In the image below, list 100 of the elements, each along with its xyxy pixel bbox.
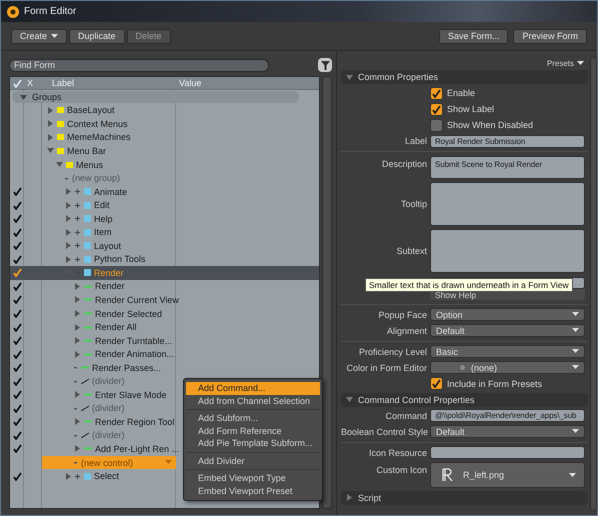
tree-item[interactable]: Menus	[42, 158, 176, 172]
text-area[interactable]	[430, 228, 585, 272]
section-header[interactable]: Script	[341, 490, 588, 504]
presets-button[interactable]: Presets	[542, 57, 588, 69]
text-field[interactable]: @\\poldi\RoyalRender\render_apps\_sub	[430, 409, 585, 422]
menu-item[interactable]: Add Command...	[186, 382, 320, 394]
menu-item[interactable]: Add Divider	[186, 454, 320, 467]
expand-arrow-icon[interactable]	[65, 472, 72, 480]
filter-button[interactable]	[318, 58, 332, 72]
tree-item[interactable]: Render All	[42, 320, 176, 334]
tree-item[interactable]: Edit	[42, 198, 176, 212]
scrollbar[interactable]	[590, 57, 597, 511]
field-label: Subtext	[395, 246, 427, 256]
expand-arrow-icon[interactable]	[65, 256, 72, 263]
tree-item[interactable]: Render Region Tool	[42, 415, 176, 429]
toolbar-button[interactable]: Duplicate	[69, 28, 125, 44]
tree-item[interactable]: (new control)	[42, 456, 176, 470]
tree-item[interactable]: Menu Bar	[42, 144, 176, 158]
expand-arrow-icon[interactable]	[74, 445, 81, 452]
caret-icon	[569, 472, 576, 478]
text-area[interactable]	[430, 182, 585, 226]
tree-item[interactable]: Render	[42, 266, 176, 280]
tree-item[interactable]: Python Tools	[42, 252, 176, 266]
tree-item[interactable]: Render Selected	[42, 306, 176, 320]
field-label: Icon Resource	[368, 448, 427, 458]
text-field[interactable]	[430, 446, 585, 459]
section-header[interactable]: Command Control Properties	[341, 392, 588, 406]
dropdown[interactable]: Default	[430, 425, 585, 438]
group-header[interactable]: Groups	[12, 91, 299, 104]
tree-item[interactable]: Render Passes...	[42, 360, 176, 374]
expand-arrow-icon[interactable]	[65, 242, 72, 250]
dropdown[interactable]: (none)	[430, 361, 585, 374]
checkbox[interactable]	[430, 118, 443, 132]
dropdown[interactable]: Basic	[430, 345, 585, 358]
dash-icon	[84, 298, 92, 302]
tree-item[interactable]: Render Turntable...	[42, 334, 176, 348]
scrollbar[interactable]	[322, 76, 332, 509]
expand-arrow-icon[interactable]	[47, 120, 54, 128]
expand-arrow-icon[interactable]	[74, 324, 81, 331]
tree-item[interactable]: Add Per-Light Ren ...	[42, 442, 176, 456]
menu-item[interactable]: Embed Viewport Type	[186, 472, 320, 484]
tooltip: Smaller text that is drawn underneath in a Form View	[365, 278, 573, 292]
tree-item[interactable]: Render	[42, 280, 176, 294]
app-logo-icon	[7, 6, 19, 18]
tree-item[interactable]: Help	[42, 212, 176, 226]
folder-icon	[66, 162, 73, 168]
menu-item[interactable]: Add from Channel Selection	[186, 394, 320, 407]
text-area[interactable]: Submit Scene to Royal Render	[430, 156, 585, 178]
expand-arrow-icon[interactable]	[47, 106, 54, 114]
menu-item[interactable]: Embed Viewport Preset	[186, 484, 320, 497]
caret-icon	[577, 60, 584, 66]
expand-arrow-icon[interactable]	[74, 418, 81, 426]
checkbox[interactable]	[430, 377, 443, 390]
tree-item[interactable]: BaseLayout	[42, 104, 176, 118]
toolbar-button[interactable]: Preview Form	[513, 28, 587, 44]
expand-arrow-icon[interactable]	[56, 161, 63, 168]
menu-list-icon	[75, 472, 91, 480]
tree-item[interactable]: Context Menus	[42, 117, 176, 131]
tree-item[interactable]: Item	[42, 225, 176, 240]
menu-item[interactable]: Add Form Reference	[186, 424, 320, 437]
expand-arrow-icon[interactable]	[47, 147, 54, 154]
tree-item[interactable]: Enter Slave Mode	[42, 388, 176, 402]
caret-icon	[572, 365, 579, 370]
tree-item[interactable]: Layout	[42, 239, 176, 253]
checkbox[interactable]	[430, 102, 443, 116]
checkbox[interactable]	[430, 86, 443, 100]
expand-arrow-icon[interactable]	[65, 202, 72, 209]
expand-arrow-icon[interactable]	[346, 494, 353, 501]
tree-item[interactable]: Animate	[42, 184, 176, 198]
expand-arrow-icon[interactable]	[74, 337, 81, 344]
expand-arrow-icon[interactable]	[346, 74, 353, 80]
tree-item[interactable]: Select	[42, 469, 176, 483]
expand-arrow-icon[interactable]	[47, 134, 54, 141]
text-field[interactable]: Royal Render Submission	[430, 134, 585, 148]
expand-arrow-icon[interactable]	[74, 350, 81, 358]
tree-item[interactable]: Render Animation...	[42, 347, 176, 361]
search-field[interactable]: Find Form	[9, 58, 269, 72]
expand-arrow-icon[interactable]	[65, 188, 72, 196]
expand-arrow-icon[interactable]	[65, 228, 72, 236]
menu-item[interactable]: Add Subform...	[186, 412, 320, 424]
toolbar-button[interactable]: Save Form...	[438, 28, 508, 44]
color-dot-icon	[460, 365, 465, 370]
check-icon	[12, 79, 22, 88]
dropdown[interactable]: Default	[430, 324, 585, 337]
tree-item[interactable]: MemeMachines	[42, 130, 176, 144]
checkbox-label: Enable	[447, 88, 476, 98]
caret-icon	[572, 429, 579, 434]
icon-picker[interactable]: R_left.png	[430, 462, 585, 488]
section-header[interactable]: Common Properties	[341, 70, 588, 84]
menu-item[interactable]: Add Pie Template Subform...	[186, 437, 320, 450]
expand-arrow-icon[interactable]	[74, 310, 81, 318]
dash-icon	[84, 284, 92, 288]
expand-arrow-icon[interactable]	[65, 215, 72, 222]
dropdown[interactable]: Option	[430, 308, 585, 321]
expand-arrow-icon[interactable]	[74, 391, 81, 398]
toolbar-button[interactable]: Create	[11, 28, 68, 44]
expand-arrow-icon[interactable]	[346, 396, 353, 403]
expand-arrow-icon[interactable]	[74, 282, 81, 290]
expand-arrow-icon[interactable]	[74, 296, 81, 304]
expand-arrow-icon[interactable]	[20, 94, 27, 101]
